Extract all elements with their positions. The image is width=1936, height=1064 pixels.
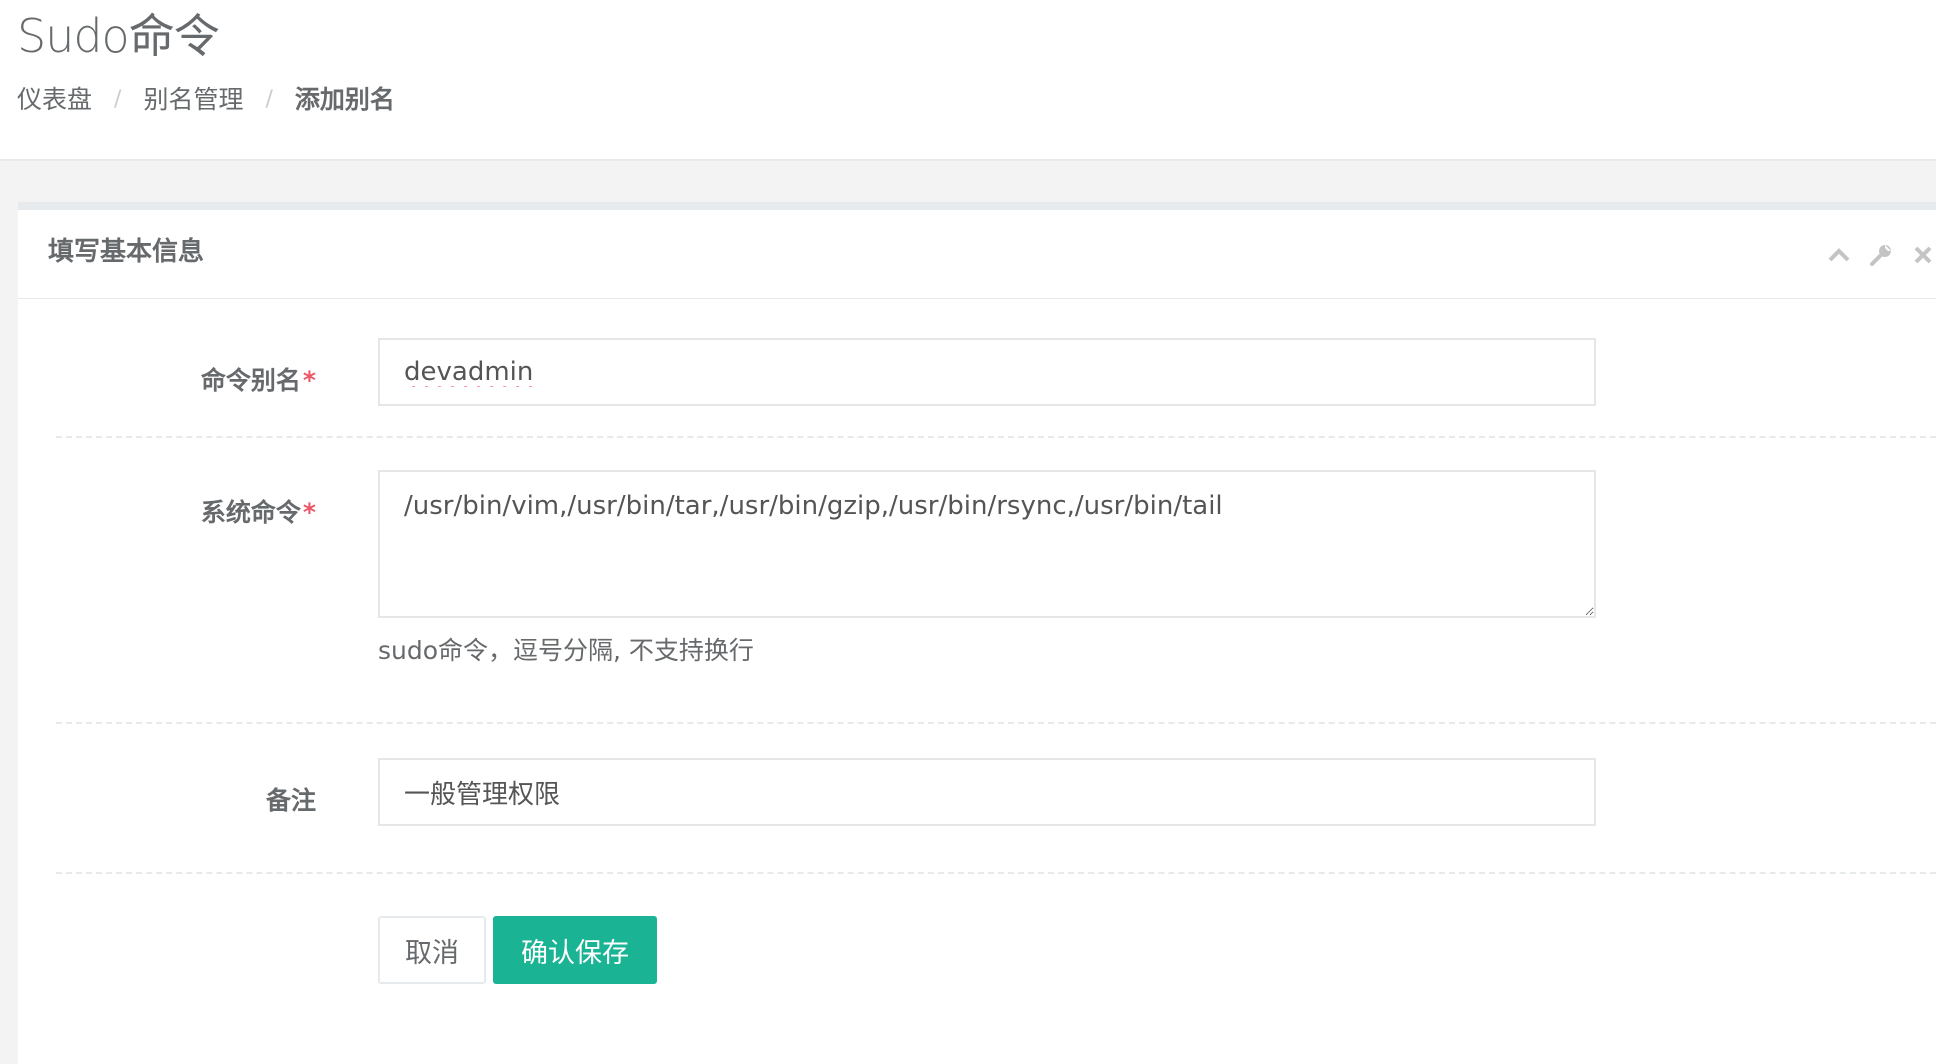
panel-title: 填写基本信息: [48, 237, 205, 267]
alias-label-text: 命令别名: [200, 366, 301, 395]
breadcrumb-item-alias-management[interactable]: 别名管理: [143, 82, 243, 118]
alias-input[interactable]: [378, 338, 1596, 406]
wrench-icon[interactable]: [1868, 242, 1894, 268]
comment-input[interactable]: [378, 758, 1596, 826]
commands-textarea[interactable]: /usr/bin/vim,/usr/bin/tar,/usr/bin/gzip,…: [378, 470, 1596, 618]
breadcrumb-item-dashboard[interactable]: 仪表盘: [17, 82, 92, 118]
chevron-up-icon[interactable]: [1826, 242, 1852, 268]
breadcrumb: 仪表盘 / 别名管理 / 添加别名: [17, 82, 395, 118]
page-title: Sudo命令: [17, 9, 220, 63]
panel-header: 填写基本信息: [18, 210, 1936, 299]
alias-label: 命令别名*: [201, 364, 316, 398]
save-button[interactable]: 确认保存: [493, 916, 657, 984]
row-divider: [56, 872, 1936, 874]
commands-help-text: sudo命令，逗号分隔, 不支持换行: [378, 636, 754, 665]
required-mark: *: [302, 366, 316, 395]
commands-label-text: 系统命令: [200, 498, 301, 527]
page-heading: Sudo命令 仪表盘 / 别名管理 / 添加别名: [0, 0, 1936, 161]
breadcrumb-separator: /: [114, 87, 122, 112]
commands-label: 系统命令*: [201, 496, 316, 530]
panel-tools: [1810, 240, 1936, 270]
comment-label: 备注: [265, 786, 316, 815]
form-panel: 填写基本信息 命令别名* 系统命令* /usr/bin/vim,/usr/bin…: [18, 202, 1936, 1064]
form-row-comment: 备注: [18, 724, 1936, 874]
close-icon[interactable]: [1910, 242, 1936, 268]
cancel-button[interactable]: 取消: [378, 916, 486, 984]
form-row-alias: 命令别名*: [18, 298, 1936, 458]
form-row-commands: 系统命令* /usr/bin/vim,/usr/bin/tar,/usr/bin…: [18, 438, 1936, 718]
required-mark: *: [302, 498, 316, 527]
breadcrumb-separator: /: [265, 87, 273, 112]
breadcrumb-item-add-alias: 添加别名: [294, 85, 395, 114]
